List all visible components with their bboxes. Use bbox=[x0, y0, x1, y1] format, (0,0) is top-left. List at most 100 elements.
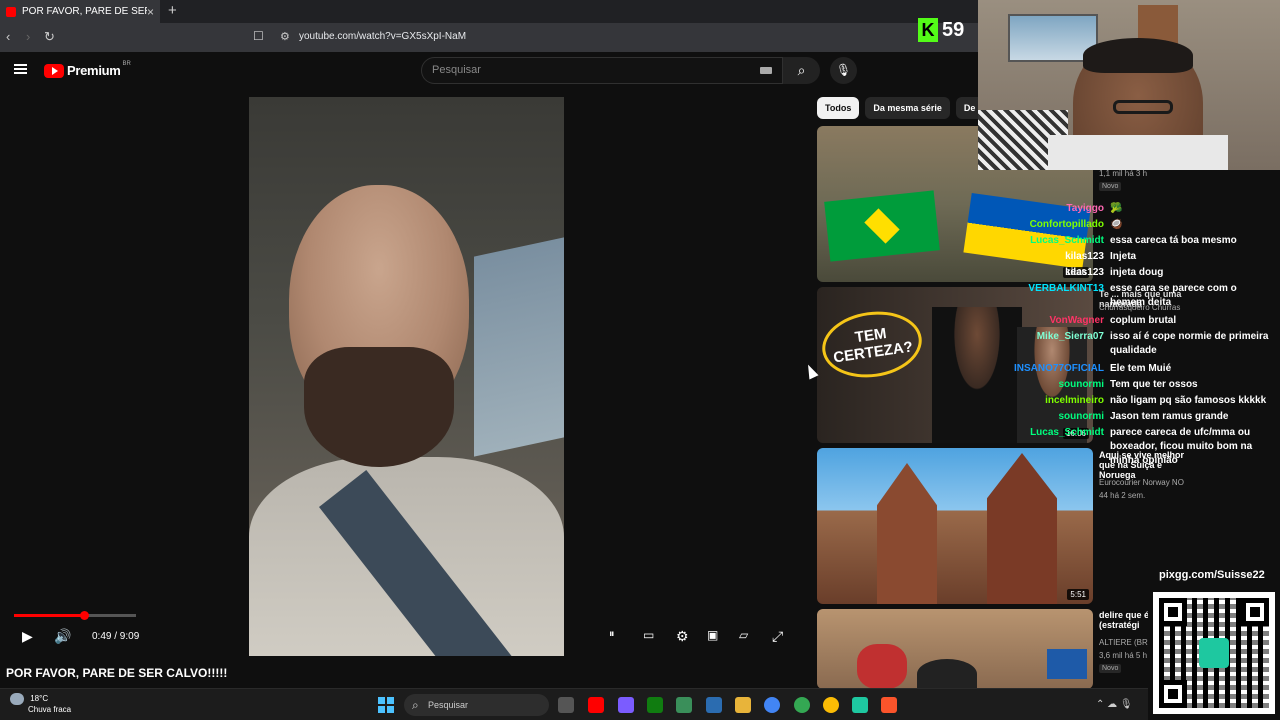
chip-all[interactable]: Todos bbox=[817, 97, 860, 119]
reload-icon[interactable]: ↻ bbox=[44, 29, 55, 45]
chat-message: Lucas_Schmidt parece careca de ufc/mma ou… bbox=[1000, 426, 1270, 468]
photos-icon[interactable] bbox=[706, 697, 722, 713]
chat-username[interactable]: Tayiggo bbox=[1000, 202, 1110, 216]
progress-scrubber[interactable] bbox=[80, 611, 89, 620]
viewer-count: 59 bbox=[942, 18, 965, 41]
close-tab-icon[interactable]: × bbox=[147, 5, 154, 19]
fullscreen-icon[interactable]: ⤢ bbox=[772, 628, 783, 645]
chat-message: VERBALKINT13 esse cara se parece com o he… bbox=[1000, 282, 1270, 310]
channel-name: Eurocourier Norway NO bbox=[1099, 478, 1184, 487]
qr-finder bbox=[1159, 680, 1187, 708]
system-tray[interactable]: ⌃ ☁ 🎙 bbox=[1096, 699, 1133, 710]
task-view-icon[interactable] bbox=[558, 697, 574, 713]
streamer-hair bbox=[1083, 38, 1193, 73]
qr-logo bbox=[1199, 638, 1229, 668]
chat-username[interactable]: VERBALKINT13 bbox=[1000, 282, 1110, 310]
chat-username[interactable]: VonWagner bbox=[1000, 314, 1110, 328]
microphone-icon[interactable]: 🎙 bbox=[830, 57, 857, 84]
weather-widget[interactable]: 18°C Chuva fraca bbox=[10, 693, 71, 714]
person-beard bbox=[304, 347, 454, 467]
site-info-icon[interactable]: ⚙ bbox=[280, 30, 290, 43]
video-meta: 1,1 mil há 3 h bbox=[1099, 169, 1148, 178]
youtube-logo[interactable]: Premium BR bbox=[44, 61, 131, 78]
xbox-icon[interactable] bbox=[647, 697, 663, 713]
chat-message: sounormi Jason tem ramus grande bbox=[1000, 410, 1270, 424]
bookmark-icon[interactable]: ☐ bbox=[253, 29, 264, 43]
chat-username[interactable]: Lucas_Schmidt bbox=[1000, 426, 1110, 468]
browser-tab[interactable]: POR FAVOR, PARE DE SER CALVO × bbox=[0, 0, 160, 23]
chat-text: Tem que ter ossos bbox=[1110, 379, 1198, 390]
chrome-profile-icon[interactable] bbox=[794, 697, 810, 713]
settings-icon[interactable]: ⚙ bbox=[676, 628, 689, 645]
chat-username[interactable]: kilas123 bbox=[1000, 250, 1110, 264]
recommendation-thumbnail-3[interactable]: 5:51 bbox=[817, 448, 1093, 604]
back-icon[interactable]: ‹ bbox=[6, 29, 10, 44]
chrome-profile-2-icon[interactable] bbox=[823, 697, 839, 713]
obs-icon[interactable] bbox=[852, 697, 868, 713]
play-icon[interactable]: ▶ bbox=[22, 628, 33, 645]
video-frame[interactable] bbox=[249, 97, 564, 656]
channel-name: ALTIERE (BR) bbox=[1099, 638, 1151, 647]
chrome-icon[interactable] bbox=[764, 697, 780, 713]
brave-icon[interactable] bbox=[881, 697, 897, 713]
new-tab-button[interactable]: + bbox=[168, 2, 177, 19]
video-meta: 44 há 2 sem. bbox=[1099, 491, 1146, 500]
miniplayer-icon[interactable]: ▣ bbox=[707, 628, 718, 642]
qr-finder bbox=[1241, 598, 1269, 626]
chat-text: 🥦 bbox=[1110, 203, 1123, 214]
chat-message: sounormi Tem que ter ossos bbox=[1000, 378, 1270, 392]
keyboard-icon[interactable] bbox=[760, 67, 772, 74]
forward-icon[interactable]: › bbox=[26, 29, 30, 44]
streamer-glasses bbox=[1113, 100, 1173, 114]
streamer-shirt bbox=[1048, 135, 1228, 170]
monitor bbox=[1047, 649, 1087, 679]
vpn-app-icon[interactable] bbox=[618, 697, 634, 713]
chat-text: 🥥 bbox=[1110, 219, 1123, 230]
video-title: POR FAVOR, PARE DE SER CALVO!!!!! bbox=[6, 666, 228, 680]
search-button[interactable]: ⌕ bbox=[783, 57, 820, 84]
url-field[interactable]: youtube.com/watch?v=GX5sXpI-NaM bbox=[299, 31, 466, 42]
chat-username[interactable]: INSANO77OFICIAL bbox=[1000, 362, 1110, 376]
qr-finder bbox=[1159, 598, 1187, 626]
chat-username[interactable]: Lucas_Schmidt bbox=[1000, 234, 1110, 248]
new-badge: Novo bbox=[1099, 182, 1122, 191]
weather-desc: Chuva fraca bbox=[28, 705, 72, 714]
video-meta: 3,6 mil há 5 h bbox=[1099, 651, 1148, 660]
recommendation-thumbnail-4[interactable] bbox=[817, 609, 1093, 689]
chat-username[interactable]: sounormi bbox=[1000, 410, 1110, 424]
chat-text: isso aí é cope normie de primeira qualid… bbox=[1110, 331, 1269, 356]
chat-username[interactable]: kilas123 bbox=[1000, 266, 1110, 280]
chat-username[interactable]: Confortopillado bbox=[1000, 218, 1110, 232]
chat-message: kilas123 Injeta bbox=[1000, 250, 1270, 264]
windows-start-icon[interactable] bbox=[378, 697, 394, 713]
volume-icon[interactable]: 🔊 bbox=[54, 628, 71, 645]
chat-message: INSANO77OFICIAL Ele tem Muié bbox=[1000, 362, 1270, 376]
chat-text: não ligam pq são famosos kkkkk bbox=[1110, 395, 1267, 406]
subtitles-icon[interactable]: ▭ bbox=[643, 628, 654, 642]
progress-bar[interactable] bbox=[14, 611, 136, 620]
taskbar-search[interactable]: Pesquisar bbox=[404, 694, 549, 716]
filter-chips: Todos Da mesma série De C bbox=[817, 97, 993, 119]
chat-text: coplum brutal bbox=[1110, 315, 1177, 326]
hand-graphic bbox=[857, 644, 907, 689]
chat-text: Injeta bbox=[1110, 251, 1137, 262]
youtube-app-icon[interactable] bbox=[588, 697, 604, 713]
chip-same-series[interactable]: Da mesma série bbox=[865, 97, 950, 119]
browser-tab-bar: POR FAVOR, PARE DE SER CALVO × + bbox=[0, 0, 978, 23]
search-input[interactable]: Pesquisar bbox=[421, 57, 783, 84]
chat-text: Jason tem ramus grande bbox=[1110, 411, 1229, 422]
chat-message: Mike_Sierra07 isso aí é cope normie de pr… bbox=[1000, 330, 1270, 358]
chat-message: Confortopillado 🥥 bbox=[1000, 218, 1270, 232]
chat-username[interactable]: Mike_Sierra07 bbox=[1000, 330, 1110, 358]
brand-label: Premium bbox=[67, 63, 121, 78]
file-explorer-icon[interactable] bbox=[735, 697, 751, 713]
time-display: 0:49 / 9:09 bbox=[92, 631, 140, 642]
menu-icon[interactable] bbox=[14, 64, 27, 74]
new-badge: Novo bbox=[1099, 664, 1122, 673]
autoplay-icon[interactable]: ⏸ bbox=[609, 628, 615, 641]
chat-username[interactable]: sounormi bbox=[1000, 378, 1110, 392]
cast-icon[interactable]: ▱ bbox=[739, 628, 748, 642]
chat-text: esse cara se parece com o hemem deita bbox=[1110, 283, 1237, 308]
notepad-icon[interactable] bbox=[676, 697, 692, 713]
chat-username[interactable]: incelmineiro bbox=[1000, 394, 1110, 408]
